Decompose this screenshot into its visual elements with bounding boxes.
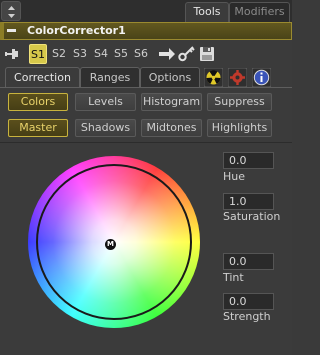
- save-disk-icon[interactable]: [199, 46, 215, 62]
- levels-button[interactable]: Levels: [75, 93, 136, 111]
- section-divider: [0, 142, 292, 143]
- tool-header[interactable]: ColorCorrector1: [0, 22, 292, 40]
- tool-name: ColorCorrector1: [27, 24, 126, 37]
- slot-s2[interactable]: S2: [50, 44, 68, 64]
- saturation-label: Saturation: [223, 210, 281, 223]
- saturation-field[interactable]: 1.0: [223, 193, 274, 210]
- top-strip: Tools Modifiers: [0, 0, 292, 22]
- histogram-button[interactable]: Histogram: [141, 93, 202, 111]
- radioactive-icon[interactable]: [204, 68, 223, 87]
- collapse-icon[interactable]: [7, 29, 16, 32]
- tab-divider: [0, 87, 292, 88]
- tab-ranges[interactable]: Ranges: [80, 67, 140, 88]
- shadows-button[interactable]: Shadows: [75, 119, 136, 137]
- master-marker[interactable]: M: [105, 239, 116, 250]
- info-icon[interactable]: [252, 68, 271, 87]
- slot-s5[interactable]: S5: [112, 44, 130, 64]
- arrow-right-icon[interactable]: [158, 46, 176, 62]
- strength-label: Strength: [223, 310, 271, 323]
- master-button[interactable]: Master: [8, 119, 68, 137]
- hue-label: Hue: [223, 170, 246, 183]
- slot-s4[interactable]: S4: [92, 44, 110, 64]
- tab-correction[interactable]: Correction: [5, 67, 80, 88]
- highlights-button[interactable]: Highlights: [207, 119, 272, 137]
- gear-icon[interactable]: [228, 68, 247, 87]
- slot-s1[interactable]: S1: [29, 44, 47, 64]
- pin-icon[interactable]: [5, 47, 19, 61]
- midtones-button[interactable]: Midtones: [141, 119, 202, 137]
- slot-s3[interactable]: S3: [71, 44, 89, 64]
- color-corrector-panel: Tools Modifiers ColorCorrector1 S1 S2 S3…: [0, 0, 292, 355]
- tab-tools[interactable]: Tools: [185, 2, 229, 22]
- suppress-button[interactable]: Suppress: [207, 93, 272, 111]
- tint-field[interactable]: 0.0: [223, 253, 274, 270]
- up-down-arrows-icon[interactable]: [1, 1, 21, 21]
- strength-field[interactable]: 0.0: [223, 293, 274, 310]
- key-icon[interactable]: [178, 46, 196, 62]
- color-wheel[interactable]: M: [28, 156, 200, 328]
- hue-field[interactable]: 0.0: [223, 152, 274, 169]
- slot-s6[interactable]: S6: [132, 44, 150, 64]
- tab-options[interactable]: Options: [140, 67, 200, 88]
- toolbar-row: S1 S2 S3 S4 S5 S6: [0, 42, 292, 66]
- colors-button[interactable]: Colors: [8, 93, 68, 111]
- tint-label: Tint: [223, 271, 244, 284]
- tab-modifiers[interactable]: Modifiers: [229, 2, 290, 22]
